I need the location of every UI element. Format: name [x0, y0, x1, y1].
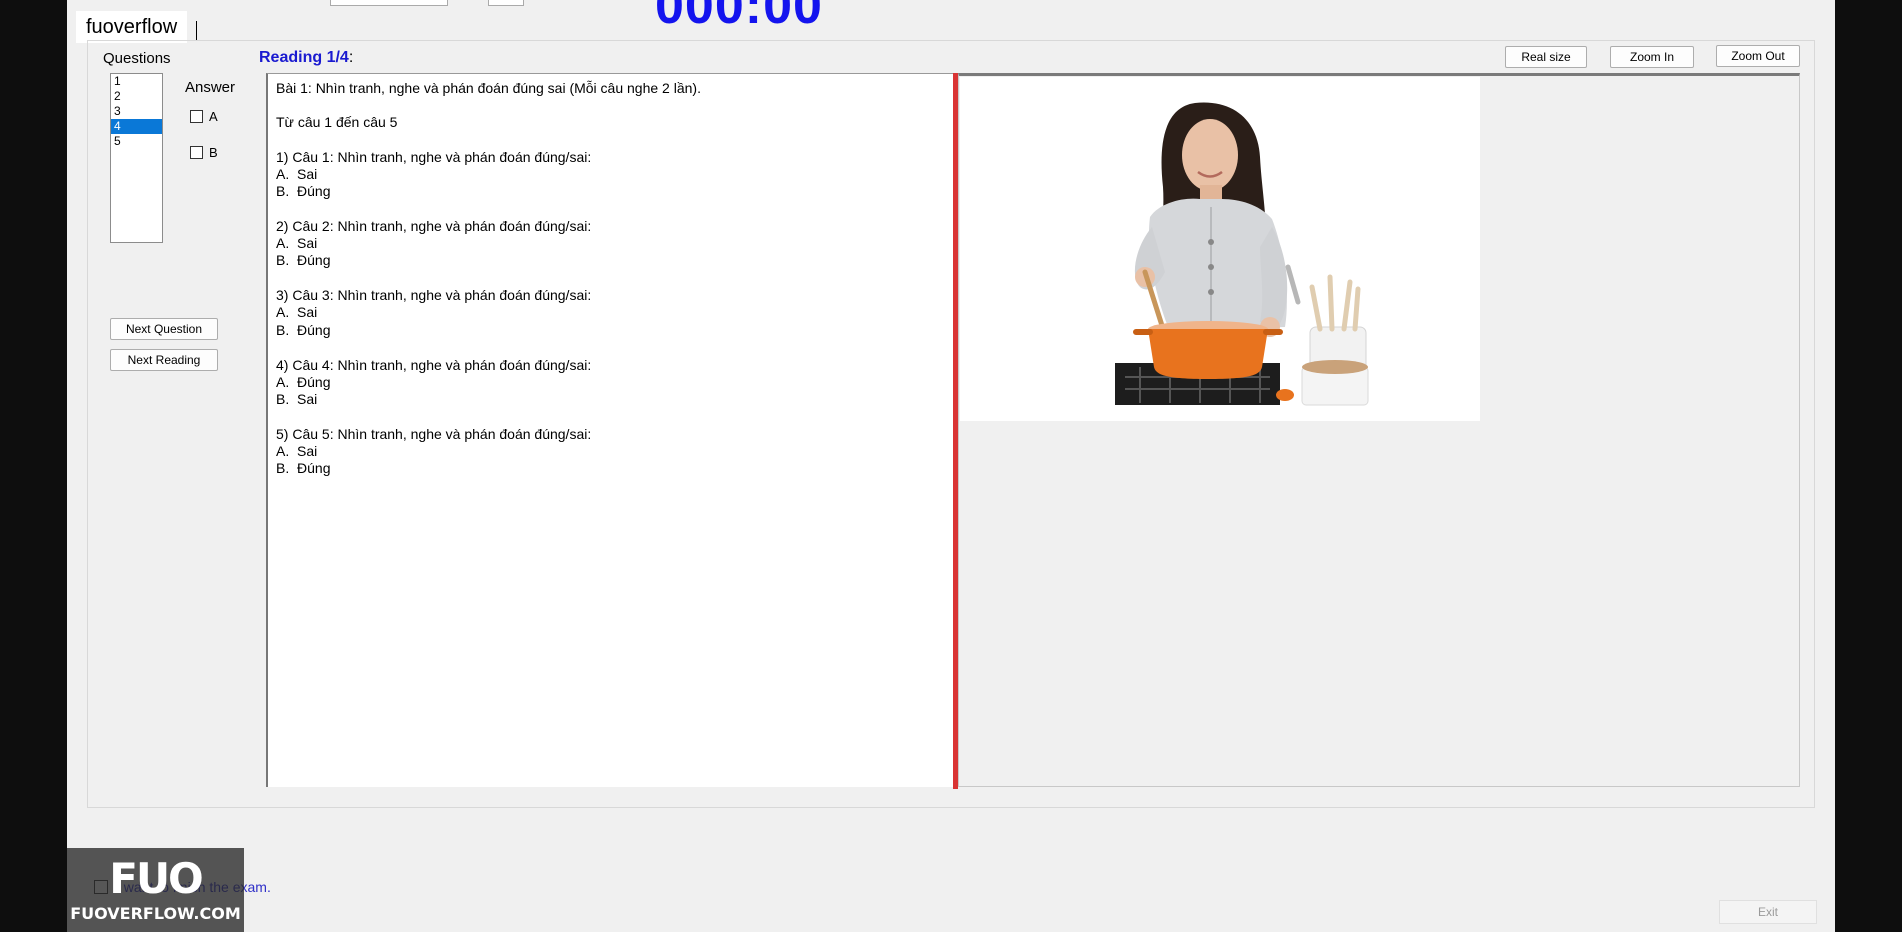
- reading-line: B. Đúng: [276, 252, 331, 268]
- pot-shape: [1148, 329, 1268, 379]
- woman-cooking-illustration: [1115, 102, 1369, 406]
- top-combobox[interactable]: [330, 0, 448, 6]
- real-size-button[interactable]: Real size: [1505, 46, 1587, 68]
- reading-line: A. Đúng: [276, 374, 331, 390]
- questions-heading: Questions: [103, 50, 171, 67]
- reading-line: B. Sai: [276, 391, 318, 407]
- timer: 000:00: [655, 0, 823, 35]
- reading-line: A. Sai: [276, 235, 318, 251]
- watermark-text: FUOVERFLOW.COM: [70, 904, 241, 923]
- reading-line: A. Sai: [276, 166, 318, 182]
- reading-line: B. Đúng: [276, 322, 331, 338]
- reading-text-panel[interactable]: Bài 1: Nhìn tranh, nghe và phán đoán đún…: [266, 73, 953, 787]
- reading-line: B. Đúng: [276, 183, 331, 199]
- right-letterbox: [1835, 0, 1902, 932]
- top-spinner[interactable]: [488, 0, 524, 6]
- answer-b-checkbox[interactable]: [190, 146, 203, 159]
- answer-option-b[interactable]: B: [190, 145, 218, 160]
- answer-b-label: B: [209, 145, 218, 160]
- label-box: fuoverflow: [76, 11, 188, 43]
- exit-button[interactable]: Exit: [1719, 900, 1817, 924]
- next-reading-button[interactable]: Next Reading: [110, 349, 218, 371]
- face-shape: [1182, 119, 1238, 191]
- answer-a-label: A: [209, 109, 218, 124]
- question-item-3[interactable]: 3: [111, 104, 162, 119]
- reading-line: 5) Câu 5: Nhìn tranh, nghe và phán đoán …: [276, 426, 592, 442]
- answer-heading: Answer: [185, 79, 236, 96]
- left-letterbox: [0, 0, 67, 932]
- questions-list[interactable]: 1 2 3 4 5: [110, 73, 163, 243]
- question-image: [960, 77, 1480, 421]
- question-item-4[interactable]: 4: [111, 119, 162, 134]
- zoom-in-button[interactable]: Zoom In: [1610, 46, 1694, 68]
- reading-line: Từ câu 1 đến câu 5: [276, 114, 398, 130]
- reading-title-text: Reading 1/4: [259, 49, 349, 66]
- question-item-5[interactable]: 5: [111, 134, 162, 149]
- answer-a-checkbox[interactable]: [190, 110, 203, 123]
- reading-title: Reading 1/4:: [259, 49, 353, 67]
- reading-line: A. Sai: [276, 304, 318, 320]
- question-item-1[interactable]: 1: [111, 74, 162, 89]
- reading-line: 3) Câu 3: Nhìn tranh, nghe và phán đoán …: [276, 287, 592, 303]
- next-question-button[interactable]: Next Question: [110, 318, 218, 340]
- reading-line: 4) Câu 4: Nhìn tranh, nghe và phán đoán …: [276, 357, 592, 373]
- reading-title-colon: :: [348, 49, 354, 66]
- answer-option-a[interactable]: A: [190, 109, 218, 124]
- reading-line: B. Đúng: [276, 460, 331, 476]
- reading-line: 1) Câu 1: Nhìn tranh, nghe và phán đoán …: [276, 149, 592, 165]
- reading-line: Bài 1: Nhìn tranh, nghe và phán đoán đún…: [276, 80, 701, 96]
- zoom-out-button[interactable]: Zoom Out: [1716, 45, 1800, 67]
- reading-line: 2) Câu 2: Nhìn tranh, nghe và phán đoán …: [276, 218, 592, 234]
- reading-line: A. Sai: [276, 443, 318, 459]
- watermark: FUO FUOVERFLOW.COM: [67, 848, 244, 932]
- question-item-2[interactable]: 2: [111, 89, 162, 104]
- exam-window: 000:00 fuoverflow Questions 1 2 3 4 5 An…: [67, 0, 1835, 932]
- text-caret: [196, 21, 197, 41]
- watermark-logo: FUO: [109, 854, 204, 903]
